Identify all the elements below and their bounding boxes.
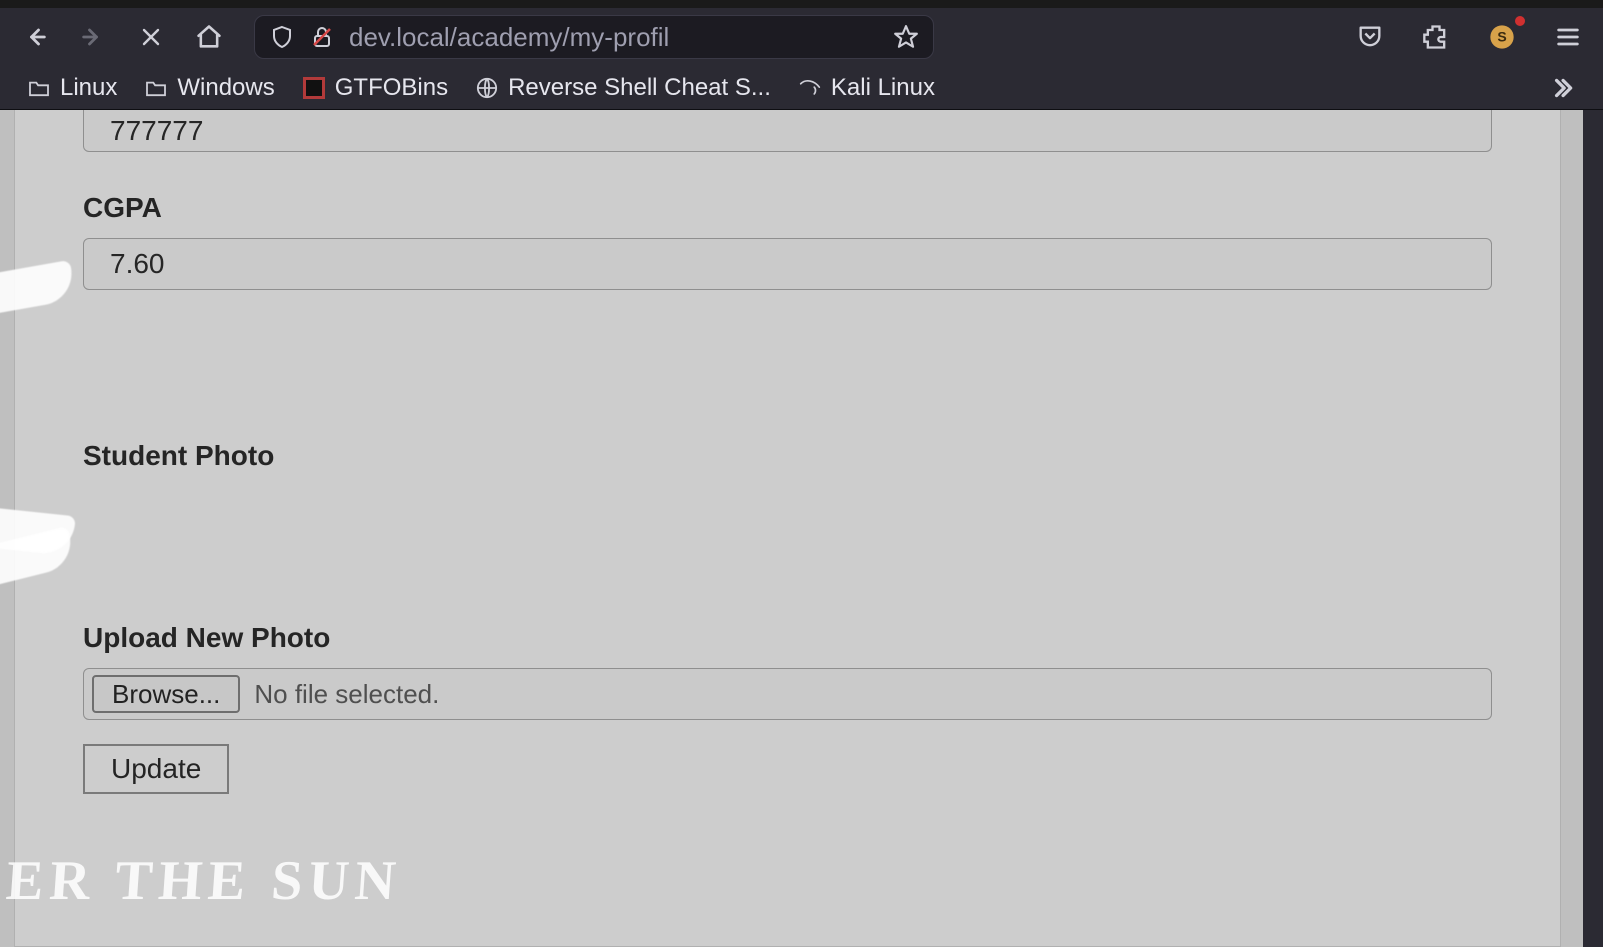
- cgpa-label: CGPA: [83, 192, 1492, 224]
- shield-icon: [269, 24, 295, 50]
- upload-photo-label: Upload New Photo: [83, 622, 1492, 654]
- profile-form-panel: CGPA Student Photo Upload New Photo Brow…: [14, 110, 1561, 947]
- prev-field-input[interactable]: [83, 110, 1492, 152]
- noscript-button[interactable]: S: [1483, 18, 1521, 56]
- bookmark-label: Linux: [60, 74, 117, 102]
- gtfobins-icon: [303, 77, 325, 99]
- page-viewport: CGPA Student Photo Upload New Photo Brow…: [0, 110, 1603, 947]
- browser-toolbar: dev.local/academy/my-profil S: [0, 8, 1603, 66]
- file-status-text: No file selected.: [254, 679, 439, 710]
- bookmark-label: Kali Linux: [831, 74, 935, 102]
- home-button[interactable]: [190, 18, 228, 56]
- extensions-button[interactable]: [1417, 18, 1455, 56]
- bookmark-gtfobins[interactable]: GTFOBins: [303, 74, 448, 102]
- insecure-lock-icon: [309, 24, 335, 50]
- student-photo-label: Student Photo: [83, 440, 1492, 472]
- bookmark-overflow[interactable]: [1549, 75, 1575, 101]
- bookmark-label: Windows: [177, 74, 274, 102]
- folder-icon: [28, 77, 50, 99]
- back-button[interactable]: [16, 18, 54, 56]
- vertical-scrollbar[interactable]: [1583, 110, 1603, 947]
- browse-button[interactable]: Browse...: [92, 675, 240, 713]
- bookmark-windows[interactable]: Windows: [145, 74, 274, 102]
- folder-icon: [145, 77, 167, 99]
- bookmark-label: GTFOBins: [335, 74, 448, 102]
- cgpa-input[interactable]: [83, 238, 1492, 290]
- app-menu-button[interactable]: [1549, 18, 1587, 56]
- address-bar[interactable]: dev.local/academy/my-profil: [254, 15, 934, 59]
- svg-text:S: S: [1497, 29, 1506, 45]
- url-text[interactable]: dev.local/academy/my-profil: [349, 22, 879, 53]
- bookmark-star-icon[interactable]: [893, 24, 919, 50]
- file-input-row[interactable]: Browse... No file selected.: [83, 668, 1492, 720]
- pocket-button[interactable]: [1351, 18, 1389, 56]
- bookmark-revshell[interactable]: Reverse Shell Cheat S...: [476, 74, 771, 102]
- bookmark-kali[interactable]: Kali Linux: [799, 74, 935, 102]
- forward-button[interactable]: [74, 18, 112, 56]
- stop-reload-button[interactable]: [132, 18, 170, 56]
- bookmark-linux[interactable]: Linux: [28, 74, 117, 102]
- globe-icon: [476, 77, 498, 99]
- kali-icon: [799, 77, 821, 99]
- bookmark-label: Reverse Shell Cheat S...: [508, 74, 771, 102]
- update-button[interactable]: Update: [83, 744, 229, 794]
- bookmark-bar: Linux Windows GTFOBins Reverse Shell Che…: [0, 66, 1603, 110]
